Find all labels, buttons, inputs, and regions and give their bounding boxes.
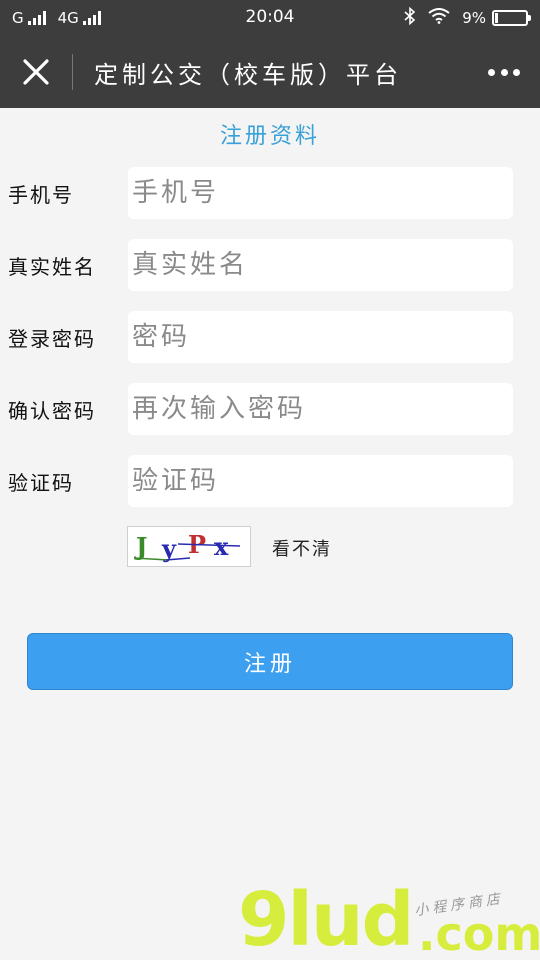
captcha-label: 验证码 <box>8 471 74 495</box>
close-button[interactable] <box>20 56 52 88</box>
watermark: 9lud .com 小程序商店 <box>238 877 540 960</box>
confirm-password-label: 确认密码 <box>8 399 96 423</box>
confirm-password-row: 确认密码 <box>0 383 540 435</box>
captcha-graphic: J y P x <box>133 530 241 563</box>
page-title: 定制公交（校车版）平台 <box>94 61 402 89</box>
form-title: 注册资料 <box>219 124 320 149</box>
battery-icon <box>492 10 531 26</box>
captcha-input[interactable] <box>128 455 513 507</box>
register-button[interactable]: 注册 <box>27 633 513 690</box>
password-row: 登录密码 <box>0 311 540 363</box>
name-label: 真实姓名 <box>8 255 96 279</box>
captcha-char: x <box>214 532 229 561</box>
phone-label: 手机号 <box>8 183 74 207</box>
top-bar: G 4G 20:04 9% 定制公交（校车版）平台 <box>0 0 540 108</box>
more-dot-icon <box>488 68 495 76</box>
phone-row: 手机号 <box>0 167 540 219</box>
captcha-refresh-link[interactable]: 看不清 <box>272 535 332 561</box>
battery-percent: 9% <box>462 9 486 27</box>
captcha-char: J <box>134 532 147 561</box>
bluetooth-icon <box>404 6 416 29</box>
captcha-row: 验证码 <box>0 455 540 507</box>
close-icon <box>23 59 49 85</box>
watermark-logo: 9lud <box>238 877 415 960</box>
status-right: 9% <box>404 6 531 29</box>
name-row: 真实姓名 <box>0 239 540 291</box>
password-label: 登录密码 <box>8 327 96 351</box>
password-input[interactable] <box>128 311 513 363</box>
real-name-input[interactable] <box>128 239 513 291</box>
more-dot-icon <box>500 68 508 76</box>
status-bar: G 4G 20:04 9% <box>0 0 540 36</box>
nav-divider <box>72 54 73 90</box>
confirm-password-input[interactable] <box>128 383 513 435</box>
more-options-button[interactable] <box>488 62 520 82</box>
captcha-image[interactable]: J y P x <box>127 526 251 567</box>
more-dot-icon <box>513 68 520 76</box>
nav-bar: 定制公交（校车版）平台 <box>0 36 540 108</box>
phone-input[interactable] <box>128 167 513 219</box>
wifi-icon <box>428 8 450 28</box>
